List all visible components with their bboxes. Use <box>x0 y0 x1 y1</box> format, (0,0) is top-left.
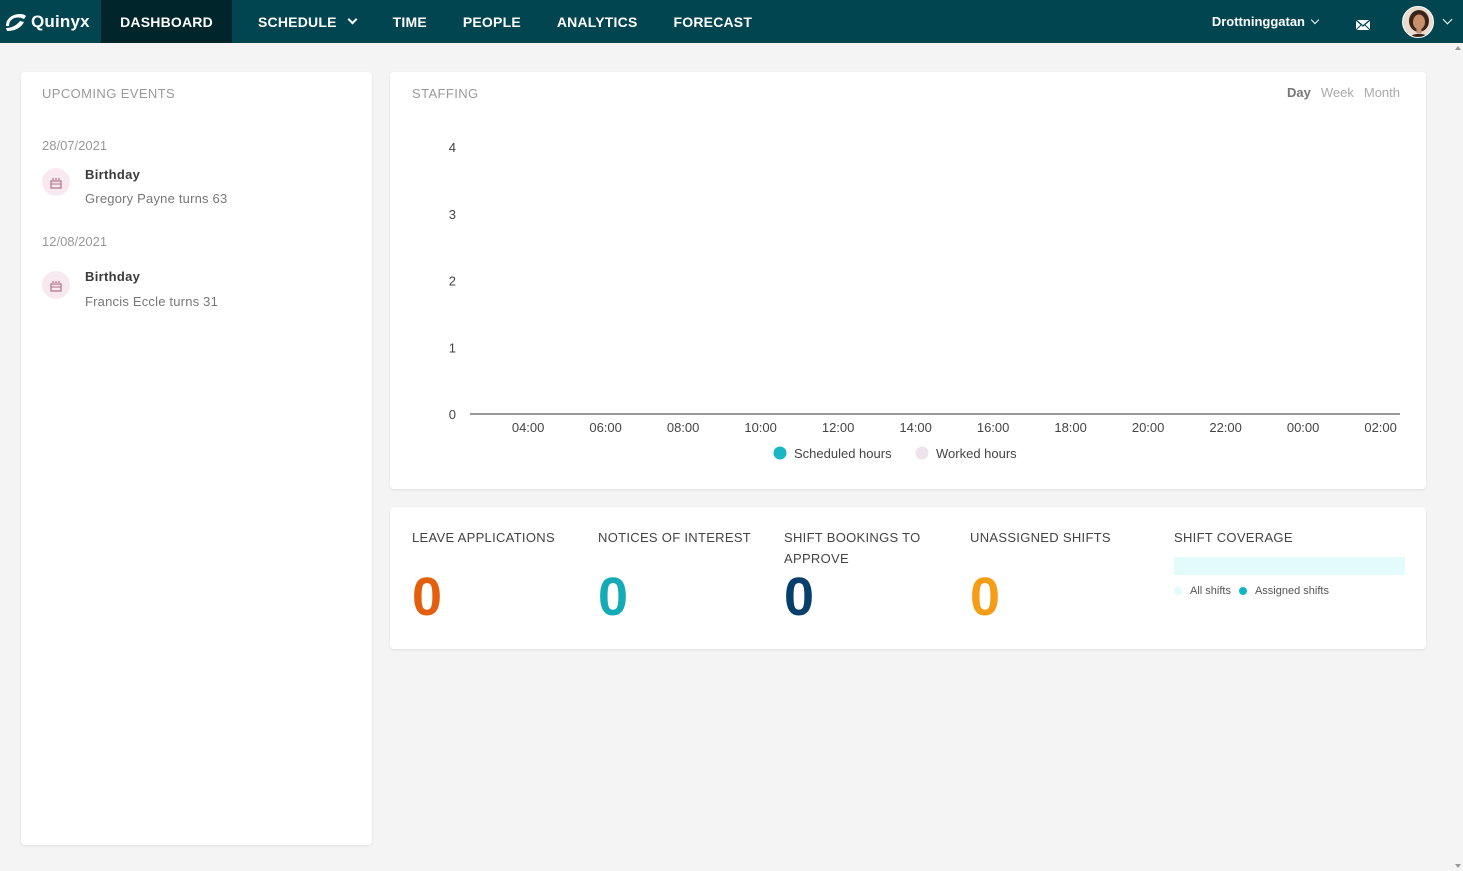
legend-marker[interactable] <box>773 446 787 460</box>
scroll-down-arrow[interactable] <box>1455 864 1461 868</box>
shift-bookings-value[interactable]: 0 <box>784 570 814 624</box>
nav-schedule-label: SCHEDULE <box>258 13 337 30</box>
nav-analytics[interactable]: ANALYTICS <box>557 0 638 43</box>
event-date: 28/07/2021 <box>42 138 108 153</box>
shift-bookings-label: SHIFT BOOKINGS TO APPROVE <box>784 530 921 566</box>
legend-label[interactable]: Worked hours <box>936 446 1017 461</box>
leave-applications-value[interactable]: 0 <box>412 570 442 624</box>
nav-dashboard-label: DASHBOARD <box>120 13 213 30</box>
cake-icon <box>42 271 70 299</box>
event-date: 12/08/2021 <box>42 234 108 249</box>
nav-schedule[interactable]: SCHEDULE <box>258 0 358 43</box>
nav-forecast-label: FORECAST <box>673 13 753 30</box>
cake-icon <box>42 168 70 196</box>
nav-time[interactable]: TIME <box>393 0 427 43</box>
nav-time-label: TIME <box>392 13 427 30</box>
x-tick-label: 00:00 <box>1287 420 1320 435</box>
nav-dashboard[interactable]: DASHBOARD <box>101 0 232 43</box>
x-tick-label: 14:00 <box>899 420 932 435</box>
scroll-up-arrow[interactable] <box>1455 46 1461 50</box>
x-tick-label: 06:00 <box>589 420 622 435</box>
brand-name: Quinyx <box>31 11 90 31</box>
legend-label[interactable]: Scheduled hours <box>794 446 892 461</box>
upcoming-events-title: UPCOMING EVENTS <box>42 86 176 101</box>
stats-card: LEAVE APPLICATIONS 0 NOTICES OF INTEREST… <box>390 507 1426 649</box>
y-tick-label: 0 <box>449 407 456 422</box>
shift-coverage-legend: All shifts Assigned shifts <box>1174 585 1329 597</box>
location-label: Drottninggatan <box>1211 14 1305 29</box>
nav-people-label: PEOPLE <box>462 13 521 30</box>
all-shifts-dot <box>1174 587 1182 595</box>
quinyx-logo[interactable]: Quinyx <box>0 0 101 43</box>
chevron-down-icon <box>347 14 358 25</box>
x-tick-label: 12:00 <box>822 420 855 435</box>
event-description: Gregory Payne turns 63 <box>85 191 228 206</box>
x-tick-label: 02:00 <box>1364 420 1397 435</box>
upcoming-events-card: UPCOMING EVENTS 28/07/2021 Birthday Greg… <box>21 72 372 845</box>
chevron-down-icon[interactable] <box>1442 14 1453 25</box>
leave-applications-label: LEAVE APPLICATIONS <box>412 530 555 545</box>
location-selector[interactable]: Drottninggatan <box>1211 14 1320 29</box>
event-title: Birthday <box>85 167 141 182</box>
legend-marker[interactable] <box>915 446 929 460</box>
staffing-card: STAFFING Day Week Month 01234 04:00 06:00… <box>390 72 1426 489</box>
nav-people[interactable]: PEOPLE <box>463 0 521 43</box>
chevron-down-icon <box>1310 15 1320 24</box>
y-tick-label: 2 <box>449 274 456 289</box>
nav-forecast[interactable]: FORECAST <box>674 0 753 43</box>
x-tick-label: 18:00 <box>1054 420 1087 435</box>
y-tick-label: 1 <box>449 340 456 355</box>
user-avatar[interactable] <box>1402 5 1434 38</box>
x-tick-label: 20:00 <box>1132 420 1165 435</box>
topbar-right: Drottninggatan <box>1212 0 1463 43</box>
assigned-shifts-dot <box>1238 587 1247 595</box>
all-shifts-legend-label: All shifts <box>1190 585 1231 597</box>
x-tick-label: 04:00 <box>512 420 545 435</box>
shift-coverage-label: SHIFT COVERAGE <box>1174 530 1293 545</box>
notices-of-interest-label: NOTICES OF INTEREST <box>598 530 752 545</box>
nav-analytics-label: ANALYTICS <box>556 13 638 30</box>
mail-icon[interactable] <box>1355 17 1371 30</box>
unassigned-shifts-label: UNASSIGNED SHIFTS <box>970 530 1111 545</box>
top-navigation-bar: Quinyx DASHBOARD SCHEDULE TIME PEOPLE AN… <box>0 0 1463 43</box>
quinyx-logo-icon <box>3 10 27 34</box>
x-tick-label: 10:00 <box>744 420 777 435</box>
x-tick-label: 22:00 <box>1209 420 1242 435</box>
x-tick-label: 08:00 <box>667 420 700 435</box>
shift-coverage-bar[interactable] <box>1174 557 1405 575</box>
event-description: Francis Eccle turns 31 <box>85 294 219 309</box>
staffing-chart: 0 1 2 3 4 04:00 06:00 08:00 10:00 12:00 14:00 16:0… <box>449 140 1400 461</box>
unassigned-shifts-value[interactable]: 0 <box>970 570 1000 624</box>
y-tick-label: 4 <box>449 140 456 155</box>
event-title: Birthday <box>85 269 141 284</box>
x-tick-label: 16:00 <box>977 420 1010 435</box>
y-tick-label: 3 <box>449 207 456 222</box>
assigned-shifts-legend-label: Assigned shifts <box>1254 585 1329 597</box>
notices-of-interest-value[interactable]: 0 <box>598 570 628 624</box>
